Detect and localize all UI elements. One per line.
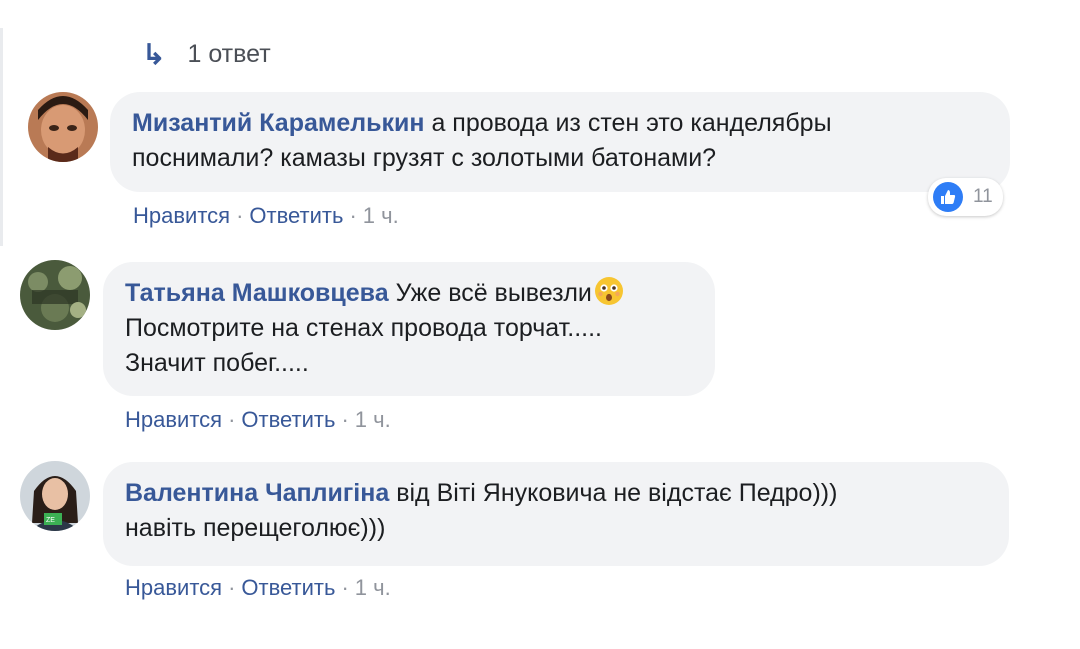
timestamp[interactable]: 1 ч.	[355, 407, 391, 432]
astonished-face-emoji	[594, 276, 624, 306]
comment-bubble: Валентина Чаплигіна від Віті Януковича н…	[103, 462, 1009, 566]
reply-arrow-icon: ↳	[142, 39, 166, 70]
comment-text: Уже всё вывезли	[395, 279, 592, 307]
view-replies-link[interactable]: ↳ 1 ответ	[142, 38, 271, 71]
like-button[interactable]: Нравится	[125, 575, 222, 600]
separator: ·	[341, 407, 349, 432]
like-reaction-icon	[933, 182, 963, 212]
svg-text:ZE: ZE	[46, 517, 55, 524]
comment-bubble: Мизантий Карамелькин а провода из стен э…	[110, 92, 1010, 192]
comment-text: Посмотрите на стенах провода торчат.....	[125, 314, 602, 342]
comment-text: Значит побег.....	[125, 349, 309, 377]
comment-bubble: Татьяна Машковцева Уже всё вывезли Посмо…	[103, 262, 715, 396]
thread-line	[0, 28, 3, 246]
comment-text: навіть перещеголює)))	[125, 514, 386, 542]
avatar[interactable]	[28, 92, 98, 162]
reply-button[interactable]: Ответить	[249, 203, 343, 228]
like-button[interactable]: Нравится	[125, 407, 222, 432]
reactions-summary[interactable]: 11	[928, 178, 1003, 216]
like-button[interactable]: Нравится	[133, 203, 230, 228]
view-replies-label: 1 ответ	[187, 40, 271, 68]
comment-text: а провода из стен это канделябры	[431, 109, 832, 137]
comment-author[interactable]: Татьяна Машковцева	[125, 279, 389, 307]
separator: ·	[228, 575, 236, 600]
comment-actions: Нравится · Ответить · 1 ч.	[133, 203, 399, 229]
separator: ·	[349, 203, 357, 228]
reaction-count: 11	[973, 186, 993, 207]
separator: ·	[236, 203, 244, 228]
comment-actions: Нравится · Ответить · 1 ч.	[125, 407, 391, 433]
separator: ·	[341, 575, 349, 600]
comment-author[interactable]: Валентина Чаплигіна	[125, 479, 389, 507]
timestamp[interactable]: 1 ч.	[363, 203, 399, 228]
separator: ·	[228, 407, 236, 432]
avatar[interactable]: ZE	[20, 461, 90, 531]
timestamp[interactable]: 1 ч.	[355, 575, 391, 600]
reply-button[interactable]: Ответить	[241, 407, 335, 432]
comment-author[interactable]: Мизантий Карамелькин	[132, 109, 425, 137]
comment-actions: Нравится · Ответить · 1 ч.	[125, 575, 391, 601]
comment-text: від Віті Януковича не відстає Педро)))	[396, 479, 838, 507]
avatar[interactable]	[20, 260, 90, 330]
comment-text: поснимали? камазы грузят с золотыми бато…	[132, 144, 717, 172]
reply-button[interactable]: Ответить	[241, 575, 335, 600]
